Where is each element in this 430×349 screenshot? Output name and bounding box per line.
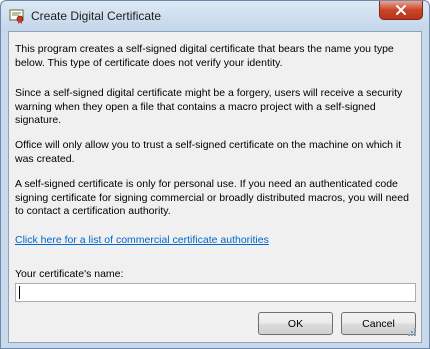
text-caret (19, 286, 20, 299)
forgery-warning-paragraph: Since a self-signed digital certificate … (15, 87, 403, 126)
resize-grip-icon[interactable] (405, 327, 417, 339)
ok-button[interactable]: OK (258, 312, 333, 335)
dialog-window: Create Digital Certificate This program … (0, 0, 430, 349)
close-icon (396, 5, 406, 15)
window-title: Create Digital Certificate (31, 9, 162, 23)
dialog-body: This program creates a self-signed digit… (8, 31, 422, 343)
certificate-name-label: Your certificate's name: (15, 268, 124, 280)
certificate-name-input[interactable] (15, 283, 416, 302)
certificate-icon (9, 8, 25, 24)
certificate-authorities-link[interactable]: Click here for a list of commercial cert… (15, 234, 269, 246)
intro-paragraph: This program creates a self-signed digit… (15, 43, 394, 69)
close-button[interactable] (379, 1, 423, 20)
personal-use-paragraph: A self-signed certificate is only for pe… (15, 178, 409, 217)
title-bar[interactable]: Create Digital Certificate (1, 1, 429, 31)
trust-paragraph: Office will only allow you to trust a se… (15, 139, 402, 165)
